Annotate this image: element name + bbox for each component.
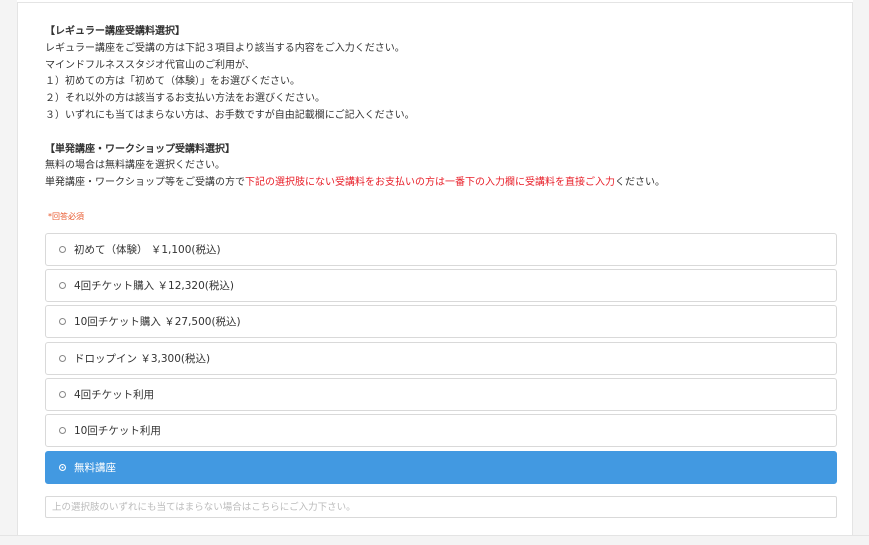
regular-heading: 【レギュラー講座受講料選択】 bbox=[45, 26, 185, 37]
radio-icon[interactable] bbox=[59, 464, 66, 471]
single-line-2-post: ください。 bbox=[615, 177, 665, 189]
free-text-input[interactable] bbox=[45, 496, 837, 518]
radio-icon[interactable] bbox=[59, 391, 66, 398]
radio-icon[interactable] bbox=[59, 355, 66, 362]
card-top-border bbox=[17, 0, 853, 3]
card-bottom-border bbox=[0, 535, 869, 536]
option-drop-in[interactable]: ドロップイン ￥3,300(税込) bbox=[45, 342, 837, 375]
required-label: *回答必須 bbox=[48, 212, 84, 221]
radio-icon[interactable] bbox=[59, 282, 66, 289]
option-trial[interactable]: 初めて（体験） ￥1,100(税込) bbox=[45, 233, 837, 266]
radio-icon[interactable] bbox=[59, 318, 66, 325]
single-line-2: 単発講座・ワークショップ等をご受講の方で下記の選択肢にない受講料をお支払いの方は… bbox=[45, 175, 845, 192]
radio-icon[interactable] bbox=[59, 427, 66, 434]
option-label: ドロップイン ￥3,300(税込) bbox=[74, 353, 211, 365]
option-10-ticket-use[interactable]: 10回チケット利用 bbox=[45, 414, 837, 447]
option-free-course[interactable]: 無料講座 bbox=[45, 451, 837, 484]
option-label: 10回チケット利用 bbox=[74, 425, 161, 437]
option-label: 10回チケット購入 ￥27,500(税込) bbox=[74, 316, 241, 328]
option-label: 4回チケット購入 ￥12,320(税込) bbox=[74, 280, 234, 292]
single-line-1: 無料の場合は無料講座を選択ください。 bbox=[45, 160, 225, 172]
regular-item-3: ３）いずれにも当てはまらない方は、お手数ですが自由記載欄にご記入ください。 bbox=[45, 109, 415, 121]
regular-line-2: マインドフルネススタジオ代官山のご利用が、 bbox=[45, 59, 255, 71]
single-line-2-highlight: 下記の選択肢にない受講料をお支払いの方は一番下の入力欄に受講料を直接ご入力 bbox=[245, 177, 615, 189]
question-description: 【レギュラー講座受講料選択】 レギュラー講座をご受講の方は下記３項目より該当する… bbox=[45, 24, 845, 192]
single-line-2-pre: 単発講座・ワークショップ等をご受講の方で bbox=[45, 177, 245, 189]
regular-item-2: ２）それ以外の方は該当するお支払い方法をお選びください。 bbox=[45, 93, 325, 105]
single-heading: 【単発講座・ワークショップ受講料選択】 bbox=[45, 143, 235, 155]
regular-line-1: レギュラー講座をご受講の方は下記３項目より該当する内容をご入力ください。 bbox=[45, 42, 405, 54]
radio-icon[interactable] bbox=[59, 246, 66, 253]
option-4-ticket-purchase[interactable]: 4回チケット購入 ￥12,320(税込) bbox=[45, 269, 837, 302]
option-label: 初めて（体験） ￥1,100(税込) bbox=[74, 244, 221, 256]
option-4-ticket-use[interactable]: 4回チケット利用 bbox=[45, 378, 837, 411]
option-10-ticket-purchase[interactable]: 10回チケット購入 ￥27,500(税込) bbox=[45, 305, 837, 338]
option-label: 4回チケット利用 bbox=[74, 389, 155, 401]
option-label: 無料講座 bbox=[74, 462, 116, 474]
regular-item-1: １）初めての方は「初めて（体験）」をお選びください。 bbox=[45, 76, 300, 88]
